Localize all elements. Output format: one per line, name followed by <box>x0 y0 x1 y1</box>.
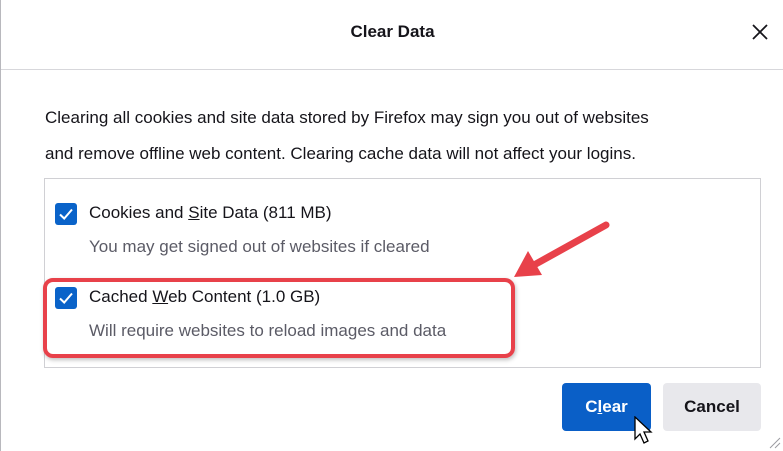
close-button[interactable] <box>742 14 778 50</box>
checkmark-icon <box>59 208 73 220</box>
clear-data-dialog: Clear Data Clearing all cookies and site… <box>0 0 783 451</box>
checkmark-icon <box>59 292 73 304</box>
close-icon <box>752 24 768 40</box>
intro-line-2: and remove offline web content. Clearing… <box>45 144 636 163</box>
cache-description: Will require websites to reload images a… <box>89 321 447 340</box>
clear-button[interactable]: Cl ear <box>562 383 651 431</box>
cookies-label[interactable]: Cookies and Site Data (811 MB) <box>89 203 332 223</box>
cookies-description: You may get signed out of websites if cl… <box>89 237 430 256</box>
cache-label[interactable]: Cached Web Content (1.0 GB) <box>89 287 320 307</box>
options-group: Cookies and Site Data (811 MB) You may g… <box>44 178 761 368</box>
dialog-title: Clear Data <box>350 22 435 41</box>
cancel-button[interactable]: Cancel <box>663 383 761 431</box>
cache-checkbox[interactable] <box>55 287 77 309</box>
intro-text: Clearing all cookies and site data store… <box>45 100 755 172</box>
dialog-titlebar: Clear Data <box>1 0 783 70</box>
intro-line-1: Clearing all cookies and site data store… <box>45 108 649 127</box>
resize-grip-icon[interactable] <box>767 435 781 449</box>
cookies-checkbox[interactable] <box>55 203 77 225</box>
